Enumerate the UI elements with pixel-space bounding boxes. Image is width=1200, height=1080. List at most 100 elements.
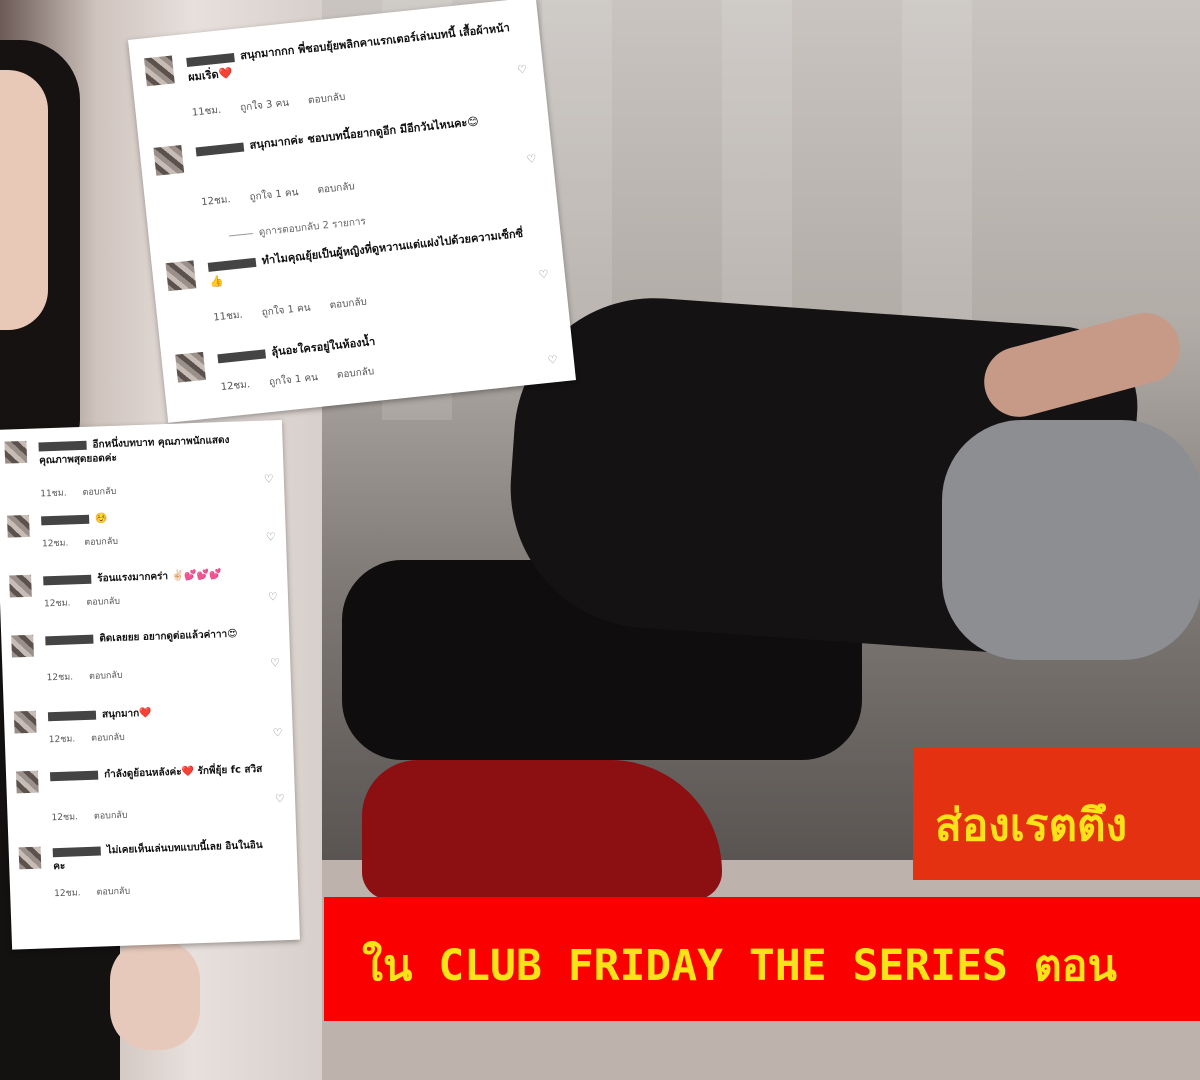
headline-banner-bottom: ใน CLUB FRIDAY THE SERIES ตอน	[324, 897, 1200, 1021]
portrait-hand	[110, 940, 200, 1050]
comment-meta: 11ชม. ตอบกลับ	[40, 483, 132, 500]
heart-icon[interactable]: ♡	[526, 152, 539, 166]
reply-button[interactable]: ตอบกลับ	[91, 733, 125, 744]
comment-text: กำลังดูย้อนหลังค่ะ❤️ รักพี่ยุ้ย fc สวิส	[49, 763, 272, 785]
reply-button[interactable]: ตอบกลับ	[84, 537, 118, 548]
avatar[interactable]	[6, 514, 30, 538]
avatar[interactable]	[9, 574, 32, 598]
avatar[interactable]	[13, 710, 37, 734]
avatar[interactable]	[15, 770, 39, 794]
comment-time: 11ชม.	[191, 104, 222, 119]
comment-text: ☺️	[41, 507, 263, 529]
view-replies-link[interactable]: ดูการตอบกลับ 2 รายการ	[228, 214, 366, 243]
comment-card-top: สนุกมากกก พี่ชอบยุ้ยพลิกคาแรกเตอร์เล่นบท…	[128, 0, 576, 423]
headline-banner-top: ส่องเรตตึง	[913, 748, 1200, 880]
avatar[interactable]	[18, 846, 42, 870]
avatar[interactable]	[11, 634, 34, 658]
heart-icon[interactable]: ♡	[275, 792, 287, 805]
comment-time: 12ชม.	[200, 194, 232, 209]
comment-likes[interactable]: ถูกใจ 1 คน	[261, 302, 311, 318]
avatar[interactable]	[144, 55, 175, 87]
comment-meta: 12ชม. ตอบกลับ	[46, 667, 138, 684]
comment-body: สนุกมาก❤️	[101, 707, 152, 721]
comment-likes[interactable]: ถูกใจ 1 คน	[249, 187, 299, 203]
comment-body: ไม่เคยเห็นเล่นบทแบบนี้เลย อินในอินคะ	[53, 839, 263, 873]
comment-meta: 12ชม. ถูกใจ 1 คน ตอบกลับ	[220, 362, 391, 395]
comment-text: สนุกมากกก พี่ชอบยุ้ยพลิกคาแรกเตอร์เล่นบท…	[186, 20, 514, 86]
comment-item: กำลังดูย้อนหลังค่ะ❤️ รักพี่ยุ้ย fc สวิส …	[15, 763, 285, 836]
heart-icon[interactable]: ♡	[517, 62, 530, 76]
reply-button[interactable]: ตอบกลับ	[329, 296, 367, 311]
comment-text: ติดเลยยย อยากดูต่อแล้วค่าาา😍	[45, 627, 267, 649]
comment-card-left: อีกหนึ่งบทบาท คุณภาพนักแสดงคุณภาพสุดยอดค…	[0, 419, 300, 950]
comment-item: อีกหนึ่งบทบาท คุณภาพนักแสดงคุณภาพสุดยอดค…	[4, 433, 274, 506]
comment-meta: 12ชม. ตอบกลับ	[54, 883, 146, 900]
username-blur[interactable]	[45, 634, 94, 645]
headline-text-bottom: ใน CLUB FRIDAY THE SERIES ตอน	[362, 941, 1117, 991]
reply-button[interactable]: ตอบกลับ	[86, 597, 120, 608]
reply-button[interactable]: ตอบกลับ	[308, 92, 346, 107]
heart-icon[interactable]: ♡	[547, 353, 560, 367]
reply-button[interactable]: ตอบกลับ	[96, 887, 130, 898]
reply-button[interactable]: ตอบกลับ	[89, 671, 123, 682]
comment-meta: 12ชม. ตอบกลับ	[44, 593, 136, 610]
comment-likes[interactable]: ถูกใจ 3 คน	[240, 98, 290, 114]
heart-icon[interactable]: ♡	[268, 590, 280, 603]
comment-item: ร้อนแรงมากคร่า ✌🏻💕💕💕 12ชม. ตอบกลับ ♡	[9, 567, 278, 624]
comment-likes[interactable]: ถูกใจ 1 คน	[268, 372, 318, 388]
reply-button[interactable]: ตอบกลับ	[94, 811, 128, 822]
username-blur[interactable]	[43, 574, 92, 585]
avatar[interactable]	[175, 351, 206, 383]
comment-text: ไม่เคยเห็นเล่นบทแบบนี้เลย อินในอินคะ	[52, 838, 276, 874]
avatar[interactable]	[153, 145, 185, 176]
comment-item: สนุกมาก❤️ 12ชม. ตอบกลับ ♡	[13, 703, 283, 760]
heart-icon[interactable]: ♡	[273, 726, 285, 739]
reply-button[interactable]: ตอบกลับ	[317, 181, 355, 196]
heart-icon[interactable]: ♡	[264, 472, 276, 485]
comment-body: ร้อนแรงมากคร่า ✌🏻💕💕💕	[97, 569, 222, 585]
comment-time: 12ชม.	[54, 888, 81, 900]
heart-icon[interactable]: ♡	[538, 267, 551, 281]
scene-red-fabric	[362, 760, 722, 900]
comment-text: อีกหนึ่งบทบาท คุณภาพนักแสดงคุณภาพสุดยอดค…	[38, 433, 261, 469]
username-blur[interactable]	[195, 142, 245, 156]
comment-item: ไม่เคยเห็นเล่นบทแบบนี้เลย อินในอินคะ 12ช…	[18, 838, 277, 911]
comment-body: สนุกมากกก พี่ชอบยุ้ยพลิกคาแรกเตอร์เล่นบท…	[187, 21, 511, 84]
username-blur[interactable]	[207, 257, 257, 272]
comment-text: ร้อนแรงมากคร่า ✌🏻💕💕💕	[43, 567, 265, 589]
reply-button[interactable]: ตอบกลับ	[82, 487, 116, 498]
comment-time: 11ชม.	[212, 309, 244, 324]
username-blur[interactable]	[38, 440, 87, 451]
comment-time: 12ชม.	[220, 379, 251, 394]
comment-time: 12ชม.	[43, 598, 71, 610]
heart-icon[interactable]: ♡	[270, 656, 282, 669]
comment-meta: 11ชม. ถูกใจ 3 คน ตอบกลับ	[191, 88, 362, 121]
username-blur[interactable]	[52, 846, 101, 857]
comment-body: กำลังดูย้อนหลังค่ะ❤️ รักพี่ยุ้ย fc สวิส	[103, 763, 263, 781]
comment-time: 12ชม.	[48, 734, 76, 746]
avatar[interactable]	[4, 440, 28, 464]
username-blur[interactable]	[47, 710, 97, 721]
comment-text: สนุกมาก❤️	[47, 703, 270, 725]
comment-time: 12ชม.	[41, 538, 69, 550]
comment-body: ลุ้นอะใครอยู่ในห้องน้ำ	[270, 334, 376, 359]
username-blur[interactable]	[186, 52, 235, 67]
comment-body: อีกหนึ่งบทบาท คุณภาพนักแสดงคุณภาพสุดยอดค…	[38, 434, 230, 467]
headline-text-top: ส่องเรตตึง	[935, 800, 1128, 851]
username-blur[interactable]	[217, 348, 266, 363]
comment-item: ติดเลยยย อยากดูต่อแล้วค่าาา😍 12ชม. ตอบกลั…	[11, 627, 280, 696]
avatar[interactable]	[165, 260, 197, 292]
comment-item: ☺️ 12ชม. ตอบกลับ ♡	[6, 507, 276, 564]
comment-meta: 12ชม. ถูกใจ 1 คน ตอบกลับ	[201, 177, 372, 210]
username-blur[interactable]	[41, 514, 90, 525]
comment-body: ☺️	[94, 513, 108, 525]
scene-shirt	[942, 420, 1200, 660]
username-blur[interactable]	[49, 770, 99, 781]
portrait-face	[0, 70, 48, 330]
comment-time: 12ชม.	[46, 672, 74, 684]
comment-body: ติดเลยยย อยากดูต่อแล้วค่าาา😍	[99, 628, 238, 645]
reply-button[interactable]: ตอบกลับ	[336, 366, 374, 381]
comment-meta: 12ชม. ตอบกลับ	[51, 807, 143, 824]
comment-time: 12ชม.	[51, 812, 79, 824]
heart-icon[interactable]: ♡	[266, 530, 278, 543]
